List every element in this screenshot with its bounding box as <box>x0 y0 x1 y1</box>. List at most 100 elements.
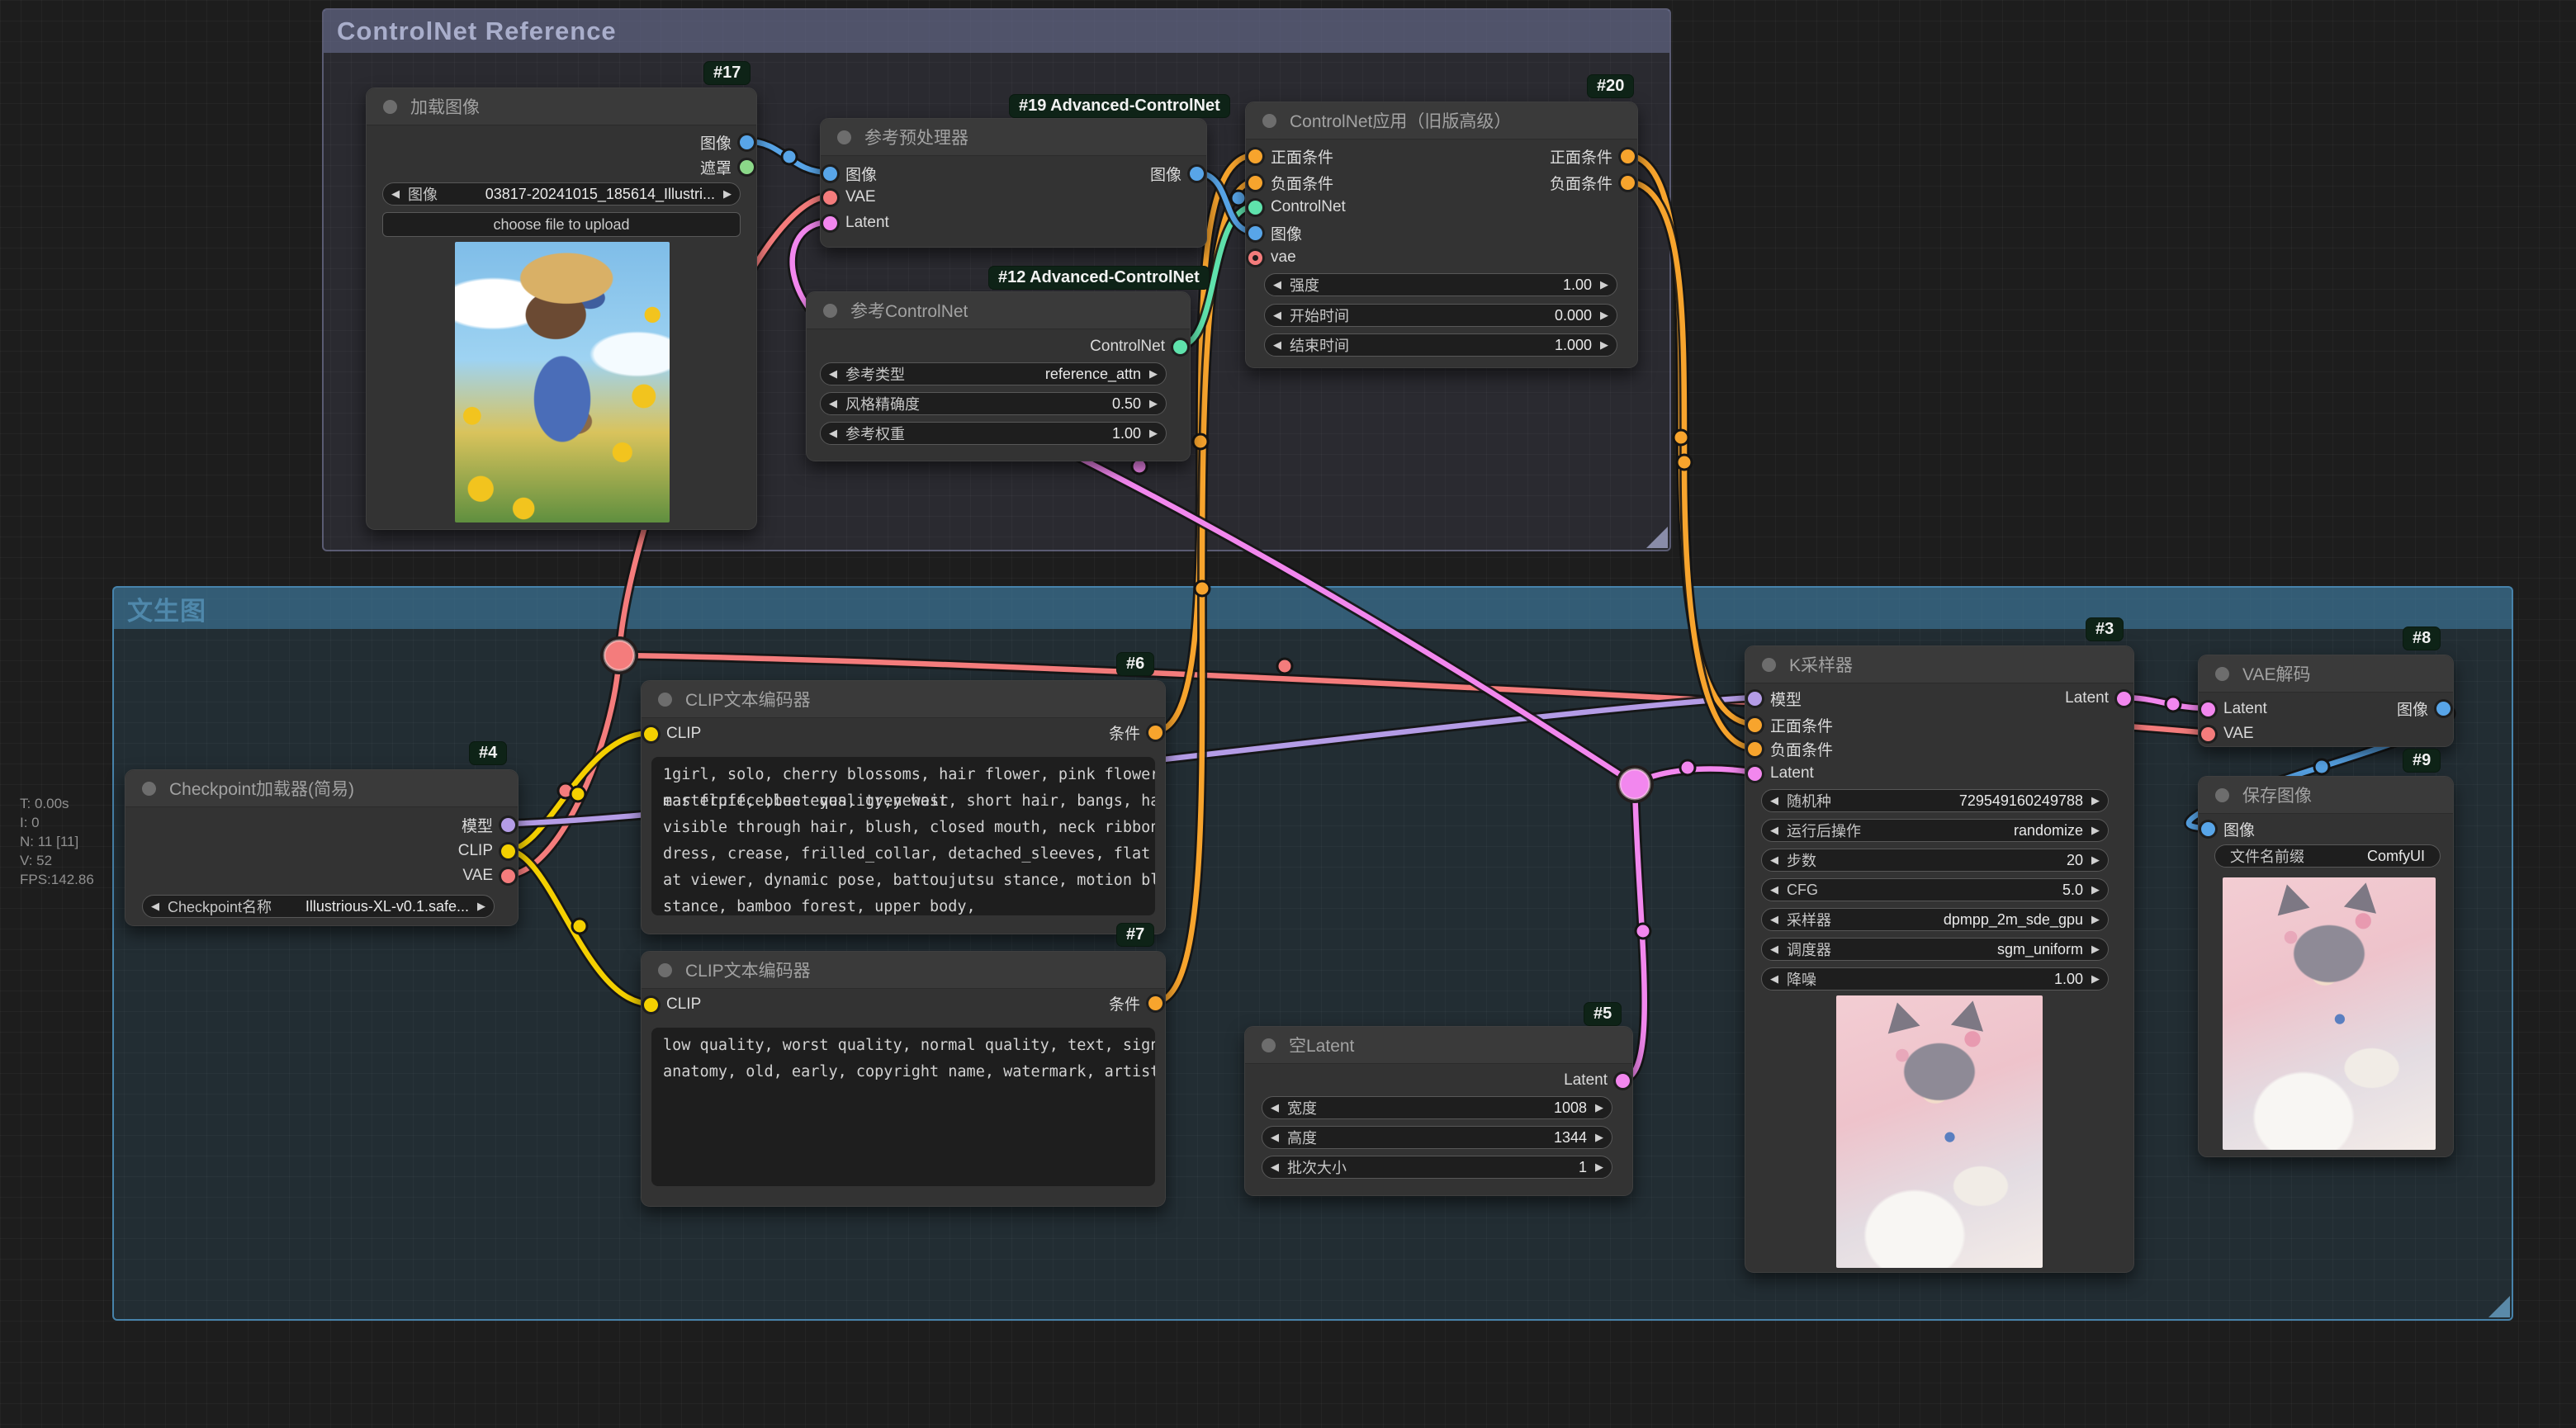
latent-reroute-dot[interactable] <box>1620 769 1650 799</box>
input-port-vae[interactable]: VAE <box>2201 726 2254 742</box>
prev-arrow-icon[interactable]: ◀ <box>1271 1161 1279 1174</box>
node-clip-text-encode-positive[interactable]: CLIP文本编码器 CLIP 条件 1girl, solo, cherry bl… <box>641 680 1166 934</box>
input-port-model[interactable]: 模型 <box>1748 690 1802 707</box>
node-title-bar[interactable]: 参考ControlNet <box>807 292 1190 329</box>
latent-port-dot[interactable] <box>2117 692 2131 706</box>
output-port-conditioning[interactable]: 条件 <box>1109 724 1163 740</box>
next-arrow-icon[interactable]: ▶ <box>1600 278 1608 291</box>
choose-file-button[interactable]: choose file to upload <box>382 212 741 237</box>
node-title-bar[interactable]: 空Latent <box>1245 1027 1632 1064</box>
vae-port-dot-unconnected[interactable] <box>1248 251 1262 265</box>
node-title-bar[interactable]: VAE解码 <box>2199 655 2453 693</box>
image-port-dot[interactable] <box>2201 822 2215 836</box>
input-port-positive[interactable]: 正面条件 <box>1748 716 1833 733</box>
output-port-latent[interactable]: Latent <box>1564 1072 1630 1089</box>
height-widget[interactable]: ◀高度1344▶ <box>1262 1126 1612 1149</box>
controlnet-port-dot[interactable] <box>1173 340 1187 354</box>
input-port-vae[interactable]: VAE <box>823 189 876 206</box>
negative-prompt-textarea[interactable]: low quality, worst quality, normal quali… <box>651 1028 1155 1186</box>
output-port-image[interactable]: 图像 <box>1150 165 1204 182</box>
conditioning-port-dot[interactable] <box>1748 718 1762 732</box>
output-port-latent[interactable]: Latent <box>2065 690 2131 707</box>
node-title-bar[interactable]: Checkpoint加载器(简易) <box>125 770 518 807</box>
next-arrow-icon[interactable]: ▶ <box>1149 367 1158 381</box>
output-port-controlnet[interactable]: ControlNet <box>1090 338 1187 355</box>
model-port-dot[interactable] <box>1748 692 1762 706</box>
image-port-dot[interactable] <box>2436 702 2451 716</box>
next-arrow-icon[interactable]: ▶ <box>2091 824 2100 837</box>
node-title-bar[interactable]: CLIP文本编码器 <box>642 952 1165 989</box>
denoise-widget[interactable]: ◀降噪1.00▶ <box>1761 967 2109 991</box>
next-arrow-icon[interactable]: ▶ <box>2091 943 2100 956</box>
input-port-image[interactable]: 图像 <box>1248 225 1302 241</box>
seed-widget[interactable]: ◀随机种729549160249788▶ <box>1761 789 2109 812</box>
input-port-controlnet[interactable]: ControlNet <box>1248 199 1346 215</box>
collapse-dot-icon[interactable] <box>658 693 672 707</box>
next-arrow-icon[interactable]: ▶ <box>1600 338 1608 352</box>
input-port-image[interactable]: 图像 <box>2201 820 2255 837</box>
next-arrow-icon[interactable]: ▶ <box>723 187 732 201</box>
node-load-image[interactable]: 加载图像 图像 遮罩 ◀ 图像 03817-20241015_185614_Il… <box>366 87 757 530</box>
collapse-dot-icon[interactable] <box>837 130 851 144</box>
prev-arrow-icon[interactable]: ◀ <box>1271 1131 1279 1144</box>
next-arrow-icon[interactable]: ▶ <box>477 900 485 913</box>
conditioning-port-dot[interactable] <box>1148 726 1163 740</box>
next-arrow-icon[interactable]: ▶ <box>1149 397 1158 410</box>
prev-arrow-icon[interactable]: ◀ <box>1273 338 1281 352</box>
vae-port-dot[interactable] <box>501 869 515 883</box>
width-widget[interactable]: ◀宽度1008▶ <box>1262 1096 1612 1119</box>
prev-arrow-icon[interactable]: ◀ <box>829 367 837 381</box>
clip-port-dot[interactable] <box>644 998 658 1012</box>
prev-arrow-icon[interactable]: ◀ <box>151 900 159 913</box>
prev-arrow-icon[interactable]: ◀ <box>1770 794 1778 807</box>
latent-port-dot[interactable] <box>823 216 837 230</box>
node-title-bar[interactable]: 保存图像 <box>2199 777 2453 814</box>
vae-port-dot[interactable] <box>823 191 837 205</box>
next-arrow-icon[interactable]: ▶ <box>2091 883 2100 896</box>
controlnet-port-dot[interactable] <box>1248 201 1262 215</box>
prev-arrow-icon[interactable]: ◀ <box>1273 309 1281 322</box>
node-reference-controlnet[interactable]: 参考ControlNet ControlNet ◀参考类型reference_a… <box>806 291 1191 461</box>
positive-prompt-textarea[interactable]: 1girl, solo, cherry blossoms, hair flowe… <box>651 757 1155 915</box>
next-arrow-icon[interactable]: ▶ <box>1600 309 1608 322</box>
node-empty-latent[interactable]: 空Latent Latent ◀宽度1008▶ ◀高度1344▶ ◀批次大小1▶ <box>1244 1026 1633 1196</box>
output-port-mask[interactable]: 遮罩 <box>700 158 754 175</box>
input-port-vae[interactable]: vae <box>1248 249 1296 266</box>
prev-arrow-icon[interactable]: ◀ <box>1273 278 1281 291</box>
start-percent-widget[interactable]: ◀开始时间0.000▶ <box>1264 304 1617 327</box>
prev-arrow-icon[interactable]: ◀ <box>1770 943 1778 956</box>
input-port-clip[interactable]: CLIP <box>644 726 701 742</box>
input-port-latent[interactable]: Latent <box>1748 765 1814 782</box>
image-select-widget[interactable]: ◀ 图像 03817-20241015_185614_Illustri... ▶ <box>382 182 741 206</box>
scheduler-widget[interactable]: ◀调度器sgm_uniform▶ <box>1761 938 2109 961</box>
after-generate-widget[interactable]: ◀运行后操作randomize▶ <box>1761 819 2109 842</box>
image-port-dot[interactable] <box>740 135 754 149</box>
node-ksampler[interactable]: K采样器 模型 正面条件 负面条件 Latent Latent ◀随机种7295… <box>1745 645 2134 1273</box>
filename-prefix-widget[interactable]: 文件名前缀ComfyUI <box>2214 844 2441 868</box>
output-port-positive[interactable]: 正面条件 <box>1550 148 1635 164</box>
end-percent-widget[interactable]: ◀结束时间1.000▶ <box>1264 333 1617 357</box>
output-port-vae[interactable]: VAE <box>462 868 515 884</box>
output-port-model[interactable]: 模型 <box>462 816 515 833</box>
output-port-image[interactable]: 图像 <box>2397 700 2451 716</box>
conditioning-port-dot[interactable] <box>1621 149 1635 163</box>
collapse-dot-icon[interactable] <box>2215 667 2229 681</box>
latent-port-dot[interactable] <box>2201 702 2215 716</box>
prev-arrow-icon[interactable]: ◀ <box>1770 913 1778 926</box>
strength-widget[interactable]: ◀强度1.00▶ <box>1264 273 1617 296</box>
output-port-image[interactable]: 图像 <box>700 134 754 150</box>
next-arrow-icon[interactable]: ▶ <box>2091 913 2100 926</box>
vae-reroute-dot[interactable] <box>604 641 634 670</box>
prev-arrow-icon[interactable]: ◀ <box>829 397 837 410</box>
image-port-dot[interactable] <box>823 167 837 181</box>
next-arrow-icon[interactable]: ▶ <box>1595 1161 1603 1174</box>
node-checkpoint-loader[interactable]: Checkpoint加载器(简易) 模型 CLIP VAE ◀Checkpoin… <box>125 769 519 926</box>
collapse-dot-icon[interactable] <box>1262 1038 1276 1052</box>
latent-port-dot[interactable] <box>1748 767 1762 781</box>
next-arrow-icon[interactable]: ▶ <box>1149 427 1158 440</box>
node-title-bar[interactable]: 参考预处理器 <box>821 119 1206 156</box>
input-port-image[interactable]: 图像 <box>823 165 877 182</box>
input-port-negative[interactable]: 负面条件 <box>1748 740 1833 757</box>
steps-widget[interactable]: ◀步数20▶ <box>1761 849 2109 872</box>
node-save-image[interactable]: 保存图像 图像 文件名前缀ComfyUI <box>2198 776 2454 1157</box>
